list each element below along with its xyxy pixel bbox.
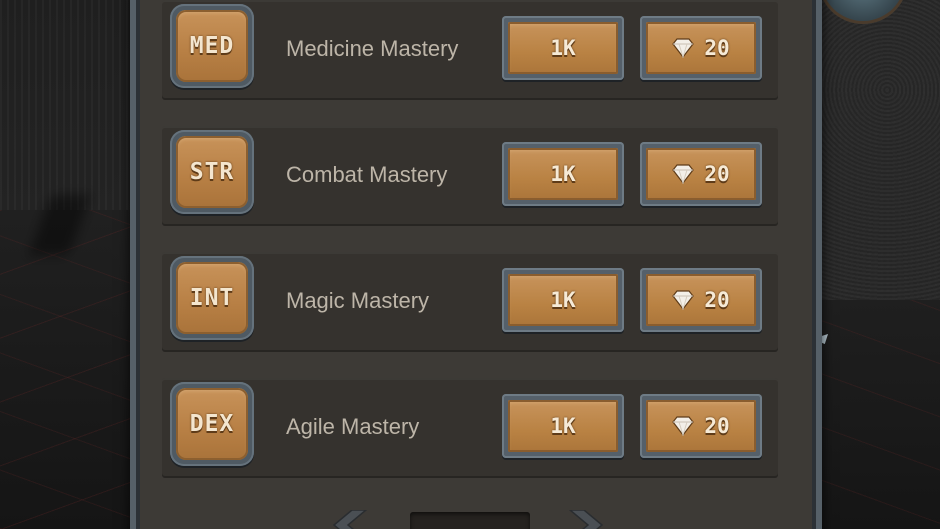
buy-with-gems-button[interactable]: 20 (640, 142, 762, 206)
page-indicator (410, 512, 530, 529)
chevron-left-icon[interactable] (332, 510, 368, 529)
mastery-label: Magic Mastery (286, 288, 430, 313)
diamond-icon (672, 38, 695, 58)
diamond-icon (672, 416, 695, 436)
mastery-badge: DEX (170, 382, 254, 466)
buy-with-gold-button[interactable]: 1K (502, 16, 624, 80)
gem-cost: 20 (704, 288, 730, 312)
gold-cost: 1K (550, 36, 576, 60)
mastery-label: Agile Mastery (286, 414, 420, 439)
badge-label: MED (189, 33, 235, 59)
background-right (808, 0, 940, 529)
badge-label: STR (189, 159, 235, 185)
background-rock-wall (808, 0, 940, 300)
mastery-label: Medicine Mastery (286, 36, 459, 61)
badge-label: INT (189, 285, 235, 311)
gold-cost: 1K (550, 414, 576, 438)
diamond-icon (672, 164, 695, 184)
game-scene: MED Medicine Mastery 1K 20 STR Combat Ma… (0, 0, 940, 529)
mastery-label: Combat Mastery (286, 162, 448, 187)
background-floor-left (0, 210, 140, 529)
background-left (0, 0, 140, 529)
gem-cost: 20 (704, 36, 730, 60)
mastery-badge: MED (170, 4, 254, 88)
gem-cost: 20 (704, 414, 730, 438)
badge-label: DEX (189, 411, 235, 437)
mastery-row-med: MED Medicine Mastery 1K 20 (162, 0, 778, 100)
buy-with-gold-button[interactable]: 1K (502, 142, 624, 206)
buy-with-gems-button[interactable]: 20 (640, 268, 762, 332)
buy-with-gold-button[interactable]: 1K (502, 394, 624, 458)
mastery-badge: INT (170, 256, 254, 340)
gem-cost: 20 (704, 162, 730, 186)
buy-with-gold-button[interactable]: 1K (502, 268, 624, 332)
chevron-right-icon[interactable] (568, 510, 604, 529)
gold-cost: 1K (550, 162, 576, 186)
gold-cost: 1K (550, 288, 576, 312)
buy-with-gems-button[interactable]: 20 (640, 394, 762, 458)
mastery-row-int: INT Magic Mastery 1K 20 (162, 252, 778, 352)
buy-with-gems-button[interactable]: 20 (640, 16, 762, 80)
diamond-icon (672, 290, 695, 310)
mastery-row-dex: DEX Agile Mastery 1K 20 (162, 378, 778, 478)
mastery-badge: STR (170, 130, 254, 214)
mastery-row-str: STR Combat Mastery 1K 20 (162, 126, 778, 226)
